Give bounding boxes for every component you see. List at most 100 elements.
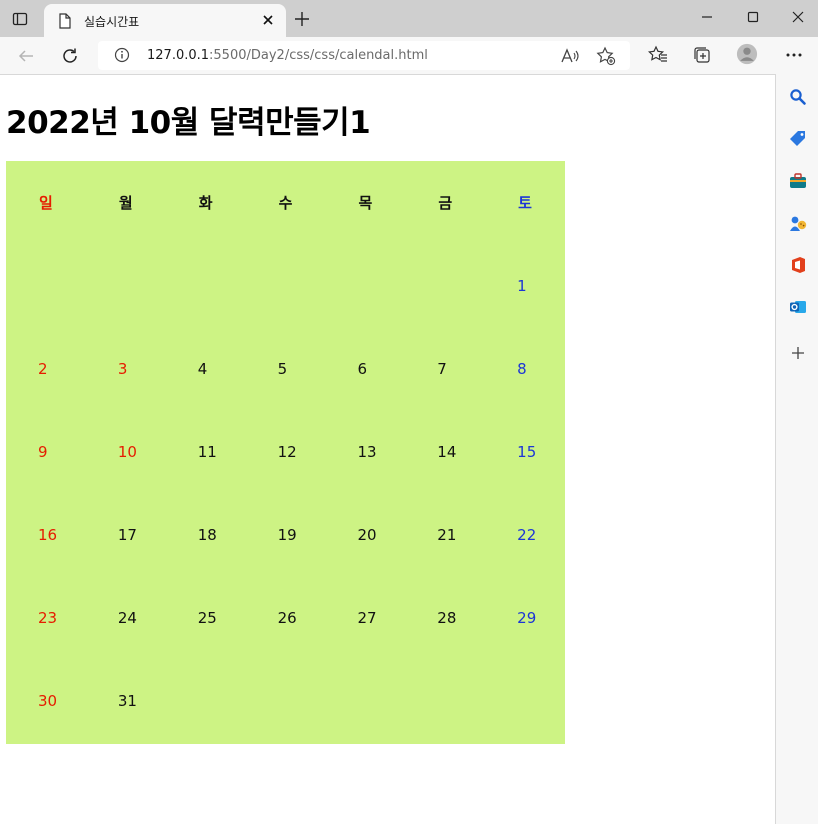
- day-number: 20: [357, 525, 377, 544]
- day-cell: [166, 244, 246, 327]
- day-cell: 16: [6, 493, 86, 576]
- minimize-icon[interactable]: [685, 6, 729, 28]
- calendar-table: 일 월 화 수 목 금 토 1 2 3 4 5 6 7 8 9 10 11 12…: [6, 161, 565, 744]
- week-row: 2 3 4 5 6 7 8: [6, 327, 565, 410]
- weekday-thursday: 목: [358, 194, 373, 212]
- day-cell: 1: [485, 244, 565, 327]
- day-number: 11: [197, 442, 217, 461]
- day-cell: 19: [246, 493, 326, 576]
- address-bar[interactable]: 127.0.0.1:5500/Day2/css/css/calendal.htm…: [98, 41, 630, 70]
- week-row: 9 10 11 12 13 14 15: [6, 410, 565, 493]
- page-title: 2022년 10월 달력만들기1: [6, 105, 371, 141]
- games-icon[interactable]: [788, 213, 808, 233]
- page-viewport: 2022년 10월 달력만들기1 일 월 화 수 목 금 토 1 2 3 4 5…: [0, 75, 775, 824]
- day-number: 23: [38, 608, 58, 627]
- day-cell: [325, 244, 405, 327]
- back-arrow-icon[interactable]: [14, 44, 38, 68]
- day-cell: [246, 659, 326, 742]
- day-cell: 3: [86, 327, 166, 410]
- more-menu-icon[interactable]: [783, 44, 805, 66]
- day-cell: 11: [166, 410, 246, 493]
- profile-avatar-icon[interactable]: [736, 43, 758, 65]
- week-row: 30 31: [6, 659, 565, 742]
- day-number: 19: [277, 525, 297, 544]
- maximize-icon[interactable]: [731, 6, 775, 28]
- day-number: 29: [517, 608, 537, 627]
- weekday-header-row: 일 월 화 수 목 금 토: [6, 161, 565, 244]
- shopping-tag-icon[interactable]: [788, 129, 808, 149]
- close-window-icon[interactable]: [776, 6, 818, 28]
- page-icon: [58, 13, 72, 33]
- outlook-icon[interactable]: [788, 297, 808, 317]
- day-number: 27: [357, 608, 377, 627]
- favorites-icon[interactable]: [647, 44, 669, 66]
- new-tab-icon[interactable]: [292, 9, 312, 29]
- day-number: 13: [357, 442, 377, 461]
- day-number: 10: [117, 442, 137, 461]
- day-cell: 18: [166, 493, 246, 576]
- day-cell: 17: [86, 493, 166, 576]
- day-number: 8: [517, 359, 527, 378]
- office-icon[interactable]: [788, 255, 808, 275]
- day-cell: 2: [6, 327, 86, 410]
- day-cell: 30: [6, 659, 86, 742]
- day-number: 16: [38, 525, 58, 544]
- weekday-wednesday: 수: [278, 194, 293, 212]
- day-cell: 4: [166, 327, 246, 410]
- navigation-bar: 127.0.0.1:5500/Day2/css/css/calendal.htm…: [0, 37, 818, 75]
- day-number: 6: [357, 359, 367, 378]
- collections-icon[interactable]: [691, 44, 713, 66]
- day-number: 26: [277, 608, 297, 627]
- day-cell: 10: [86, 410, 166, 493]
- day-cell: 31: [86, 659, 166, 742]
- day-cell: [86, 244, 166, 327]
- day-cell: 21: [405, 493, 485, 576]
- day-number: 3: [117, 359, 128, 378]
- add-favorite-icon[interactable]: [596, 46, 616, 66]
- weekday-saturday: 토: [518, 194, 532, 212]
- day-cell: 15: [485, 410, 565, 493]
- day-number: 31: [117, 691, 137, 710]
- site-info-icon[interactable]: [114, 47, 130, 67]
- search-icon[interactable]: [788, 87, 808, 107]
- add-sidebar-app-icon[interactable]: [788, 343, 808, 363]
- week-row: 23 24 25 26 27 28 29: [6, 576, 565, 659]
- day-cell: 28: [405, 576, 485, 659]
- day-number: 2: [38, 359, 48, 378]
- day-number: 25: [197, 608, 217, 627]
- day-cell: [405, 244, 485, 327]
- day-cell: [405, 659, 485, 742]
- day-number: 7: [437, 359, 447, 378]
- day-number: 22: [517, 525, 537, 544]
- refresh-icon[interactable]: [58, 44, 82, 68]
- tab-strip: 실습시간표: [0, 0, 818, 37]
- day-cell: 20: [325, 493, 405, 576]
- day-number: 14: [437, 442, 457, 461]
- day-cell: 9: [6, 410, 86, 493]
- day-number: 4: [197, 359, 208, 378]
- tools-briefcase-icon[interactable]: [788, 171, 808, 191]
- day-cell: [325, 659, 405, 742]
- day-number: 28: [437, 608, 457, 627]
- day-cell: 13: [325, 410, 405, 493]
- day-cell: [485, 659, 565, 742]
- day-number: 5: [277, 359, 288, 378]
- edge-sidebar: [775, 74, 818, 824]
- browser-tab[interactable]: 실습시간표: [44, 4, 286, 37]
- day-cell: 7: [405, 327, 485, 410]
- week-row: 16 17 18 19 20 21 22: [6, 493, 565, 576]
- week-row: 1: [6, 244, 565, 327]
- tab-actions-icon[interactable]: [10, 9, 30, 29]
- close-tab-icon[interactable]: [260, 12, 276, 28]
- day-cell: 14: [405, 410, 485, 493]
- read-aloud-icon[interactable]: [560, 46, 580, 66]
- day-number: 1: [517, 276, 527, 295]
- weekday-monday: 월: [118, 194, 133, 212]
- weekday-friday: 금: [438, 194, 453, 212]
- weekday-sunday: 일: [39, 194, 53, 212]
- day-cell: [166, 659, 246, 742]
- day-cell: 23: [6, 576, 86, 659]
- day-cell: 25: [166, 576, 246, 659]
- day-number: 30: [38, 691, 58, 710]
- day-number: 17: [117, 525, 137, 544]
